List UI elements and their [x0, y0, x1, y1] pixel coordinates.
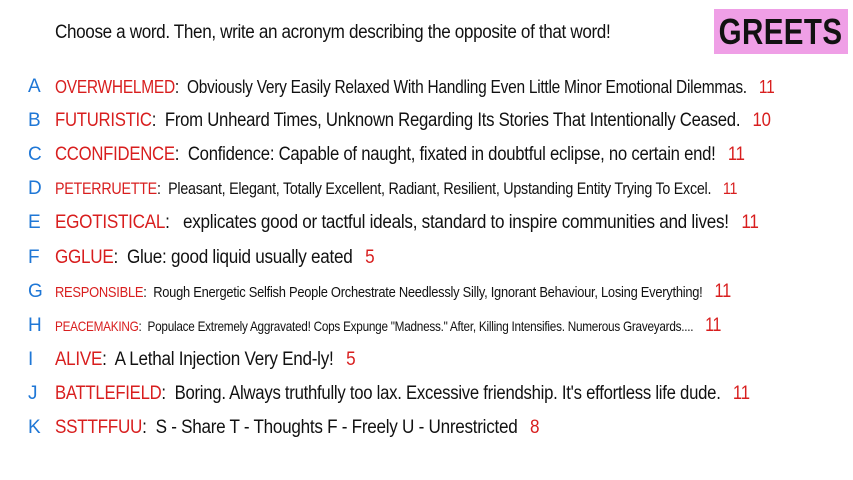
item-word: ALIVE [55, 349, 103, 370]
item-entry: CCONFIDENCE: Confidence: Capable of naug… [55, 144, 745, 165]
item-word: GGLUE [55, 247, 114, 268]
item-word: EGOTISTICAL [55, 212, 166, 233]
item-letter: D [28, 178, 42, 199]
item-letter: K [28, 417, 41, 438]
item-word: FUTURISTIC [55, 110, 152, 131]
list-item-d: D PETERRUETTE: Pleasant, Elegant, Totall… [0, 174, 853, 204]
item-letter: H [28, 315, 42, 336]
item-entry: PETERRUETTE: Pleasant, Elegant, Totally … [55, 179, 738, 198]
item-word: PEACEMAKING [55, 318, 139, 334]
item-definition: A Lethal Injection Very End-ly! [114, 349, 334, 370]
item-letter-count: 11 [732, 383, 750, 404]
item-entry: EGOTISTICAL: explicates good or tactful … [55, 212, 759, 233]
item-definition: Boring. Always truthfully too lax. Exces… [174, 383, 721, 404]
item-letter: A [28, 76, 41, 97]
item-definition: Populace Extremely Aggravated! Cops Expu… [147, 318, 694, 334]
list-item-e: E EGOTISTICAL: explicates good or tactfu… [0, 208, 853, 238]
item-letter-count: 11 [714, 281, 732, 302]
item-definition: Obviously Very Easily Relaxed With Handl… [187, 77, 747, 97]
item-letter: C [28, 144, 42, 165]
item-letter-count: 11 [741, 212, 759, 233]
item-entry: GGLUE: Glue: good liquid usually eated 5 [55, 247, 375, 268]
item-definition: Confidence: Capable of naught, fixated i… [187, 144, 716, 165]
item-letter: G [28, 281, 43, 302]
item-entry: RESPONSIBLE: Rough Energetic Selfish Peo… [55, 281, 732, 302]
item-definition: Rough Energetic Selfish People Orchestra… [153, 284, 703, 301]
item-letter: J [28, 383, 38, 404]
item-letter: E [28, 212, 41, 233]
item-letter-count: 8 [530, 417, 540, 438]
item-word: SSTTFFUU [55, 417, 143, 438]
item-word: BATTLEFIELD [55, 383, 162, 404]
item-definition: Pleasant, Elegant, Totally Excellent, Ra… [168, 179, 712, 198]
instruction-text: Choose a word. Then, write an acronym de… [55, 22, 611, 43]
item-letter-count: 11 [705, 315, 722, 336]
item-letter-count: 11 [758, 77, 775, 97]
item-word: OVERWHELMED [55, 77, 175, 97]
item-definition: Glue: good liquid usually eated [126, 247, 353, 268]
item-letter-count: 5 [346, 349, 356, 370]
item-entry: PEACEMAKING: Populace Extremely Aggravat… [55, 315, 722, 336]
list-item-f: F GGLUE: Glue: good liquid usually eated… [0, 243, 853, 273]
item-letter-count: 10 [752, 110, 771, 131]
item-word: PETERRUETTE [55, 179, 157, 198]
item-definition: S - Share T - Thoughts F - Freely U - Un… [155, 417, 518, 438]
list-item-a: A OVERWHELMED: Obviously Very Easily Rel… [0, 72, 853, 102]
list-item-k: K SSTTFFUU: S - Share T - Thoughts F - F… [0, 413, 853, 443]
list-item-g: G RESPONSIBLE: Rough Energetic Selfish P… [0, 277, 853, 307]
item-entry: ALIVE: A Lethal Injection Very End-ly! 5 [55, 349, 356, 370]
item-word: CCONFIDENCE [55, 144, 175, 165]
item-entry: SSTTFFUU: S - Share T - Thoughts F - Fre… [55, 417, 540, 438]
item-entry: OVERWHELMED: Obviously Very Easily Relax… [55, 77, 775, 97]
logo-text: GREETS [719, 10, 843, 52]
list-item-h: H PEACEMAKING: Populace Extremely Aggrav… [0, 311, 853, 341]
item-word: RESPONSIBLE [55, 284, 144, 301]
list-item-j: J BATTLEFIELD: Boring. Always truthfully… [0, 379, 853, 409]
item-letter: B [28, 110, 41, 131]
item-letter-count: 11 [722, 179, 738, 198]
item-definition: explicates good or tactful ideals, stand… [178, 212, 729, 233]
item-entry: FUTURISTIC: From Unheard Times, Unknown … [55, 110, 771, 131]
list-item-c: C CCONFIDENCE: Confidence: Capable of na… [0, 140, 853, 170]
list-item-i: I ALIVE: A Lethal Injection Very End-ly!… [0, 345, 853, 375]
item-letter: F [28, 247, 40, 268]
item-entry: BATTLEFIELD: Boring. Always truthfully t… [55, 383, 750, 404]
item-letter-count: 5 [365, 247, 375, 268]
item-letter: I [28, 349, 34, 370]
item-definition: From Unheard Times, Unknown Regarding It… [164, 110, 741, 131]
greets-logo: GREETS [714, 9, 848, 54]
item-letter-count: 11 [727, 144, 745, 165]
list-item-b: B FUTURISTIC: From Unheard Times, Unknow… [0, 106, 853, 136]
